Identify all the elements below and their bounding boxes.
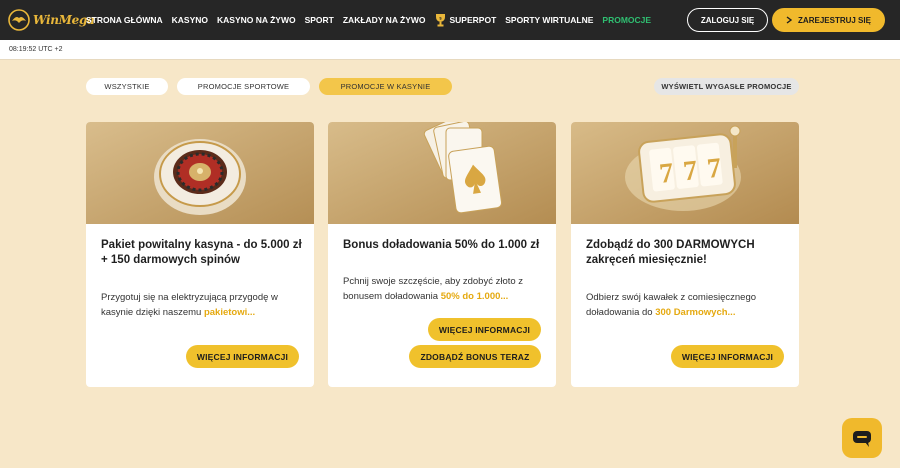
promo-description-link[interactable]: pakietowi... [204, 307, 255, 318]
promo-card-reload-bonus: Bonus doładowania 50% do 1.000 zł Pchnij… [328, 122, 556, 387]
login-button[interactable]: ZALOGUJ SIĘ [687, 8, 768, 32]
roulette-image [86, 122, 314, 224]
register-button-label: ZAREJESTRUJ SIĘ [798, 15, 871, 25]
promo-description: Odbierz swój kawałek z comiesięcznego do… [586, 290, 786, 320]
nav-item-sport[interactable]: SPORT [305, 15, 334, 25]
time-bar: 08:19:52 UTC +2 [0, 40, 900, 60]
promo-title: Pakiet powitalny kasyna - do 5.000 zł + … [101, 239, 302, 267]
filter-sport-promotions[interactable]: PROMOCJE SPORTOWE [177, 78, 310, 95]
promotion-filters: WSZYSTKIE PROMOCJE SPORTOWE PROMOCJE W K… [86, 78, 452, 95]
top-navigation-bar: WinMega STRONA GŁÓWNA KASYNO KASYNO NA Ż… [0, 0, 900, 40]
promo-description-link[interactable]: 50% do 1.000... [441, 291, 509, 302]
trophy-icon: $ [435, 14, 445, 27]
promo-card-free-spins: 7 7 7 Zdobądź do 300 DARMOWYCH zakręceń … [571, 122, 799, 387]
promo-card-welcome-package: Pakiet powitalny kasyna - do 5.000 zł + … [86, 122, 314, 387]
playing-cards-image [328, 122, 556, 224]
promo-title: Zdobądź do 300 DARMOWYCH zakręceń miesię… [586, 239, 755, 267]
main-nav: STRONA GŁÓWNA KASYNO KASYNO NA ŻYWO SPOR… [86, 0, 651, 40]
promo-description: Pchnij swoje szczęście, aby zdobyć złoto… [343, 274, 543, 304]
nav-item-superpot-label: SUPERPOT [449, 15, 497, 25]
nav-item-casino[interactable]: KASYNO [172, 15, 208, 25]
show-expired-promotions-button[interactable]: WYŚWIETL WYGASŁE PROMOCJE [654, 78, 799, 95]
chat-bubble-icon [853, 431, 871, 447]
eagle-icon [8, 9, 30, 31]
nav-item-live-betting[interactable]: ZAKŁADY NA ŻYWO [343, 15, 426, 25]
filter-all[interactable]: WSZYSTKIE [86, 78, 168, 95]
nav-item-live-casino[interactable]: KASYNO NA ŻYWO [217, 15, 296, 25]
promo-description: Przygotuj się na elektryzującą przygodę … [101, 290, 301, 320]
winmega-logo[interactable]: WinMega [8, 9, 95, 31]
more-info-button[interactable]: WIĘCEJ INFORMACJI [186, 345, 299, 368]
nav-item-home[interactable]: STRONA GŁÓWNA [86, 15, 163, 25]
server-time: 08:19:52 UTC +2 [9, 46, 63, 53]
claim-bonus-button[interactable]: ZDOBĄDŹ BONUS TERAZ [409, 345, 541, 368]
slot-machine-image: 7 7 7 [571, 122, 799, 224]
nav-item-virtual-sports[interactable]: SPORTY WIRTUALNE [505, 15, 593, 25]
more-info-button[interactable]: WIĘCEJ INFORMACJI [428, 318, 541, 341]
register-button[interactable]: ZAREJESTRUJ SIĘ [772, 8, 885, 32]
nav-item-promotions[interactable]: PROMOCJE [602, 15, 651, 25]
chevron-right-icon [786, 16, 793, 24]
more-info-button[interactable]: WIĘCEJ INFORMACJI [671, 345, 784, 368]
promo-title: Bonus doładowania 50% do 1.000 zł [343, 239, 540, 251]
filter-casino-promotions[interactable]: PROMOCJE W KASYNIE [319, 78, 452, 95]
promo-description-link[interactable]: 300 Darmowych... [655, 307, 735, 318]
nav-item-superpot[interactable]: $ SUPERPOT [435, 13, 497, 27]
chat-widget-button[interactable] [842, 418, 882, 458]
